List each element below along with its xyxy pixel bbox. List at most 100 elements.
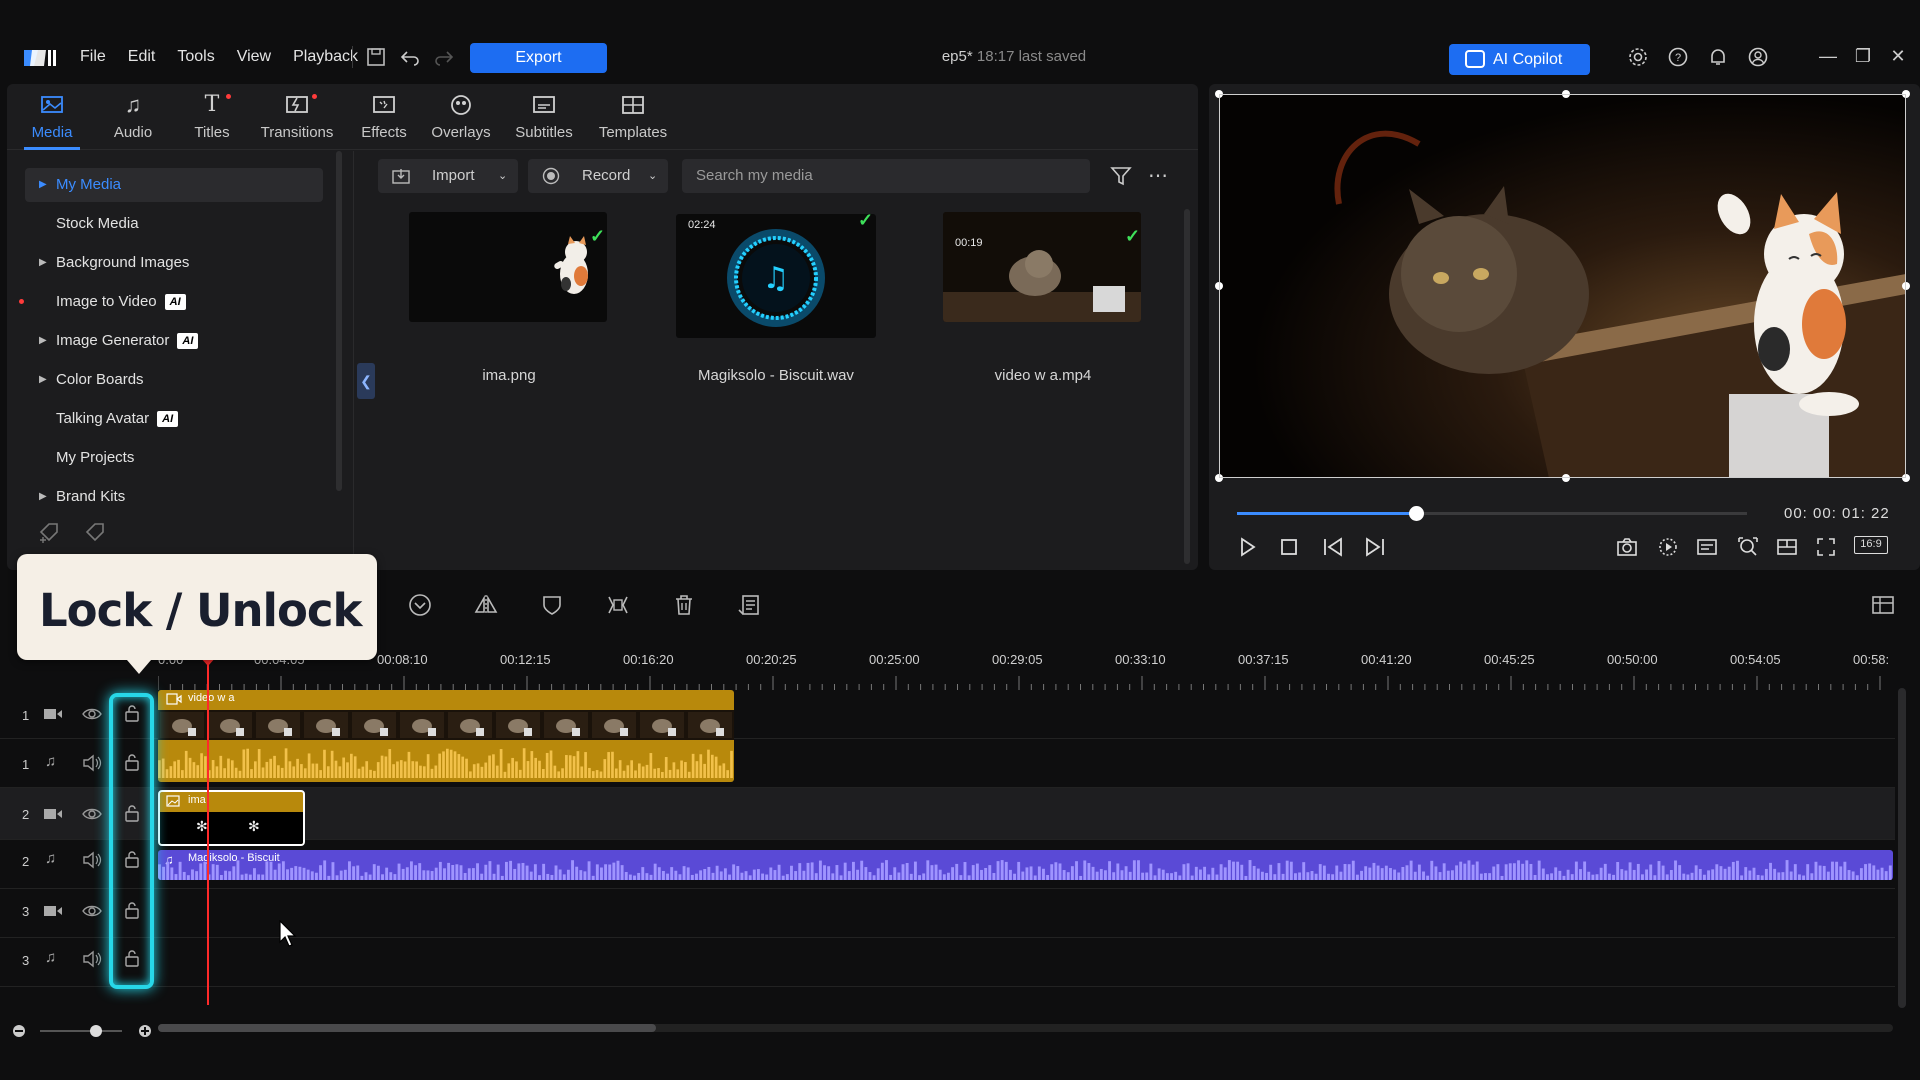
subtitle-preview-icon[interactable] xyxy=(1695,535,1719,559)
resize-handle[interactable] xyxy=(1902,474,1910,482)
tab-audio[interactable]: ♫ Audio xyxy=(103,92,163,150)
speaker-volume-icon[interactable] xyxy=(82,851,102,869)
sidebar-item-color-boards[interactable]: ▶ Color Boards xyxy=(25,363,323,397)
import-dropdown[interactable]: Import ⌄ xyxy=(378,159,518,193)
filter-icon[interactable] xyxy=(1110,165,1132,187)
playback-progress-fill xyxy=(1237,512,1416,515)
zoom-out-icon[interactable] xyxy=(12,1024,26,1038)
more-options-icon[interactable]: ⋯ xyxy=(1148,163,1168,188)
scrollbar-thumb[interactable] xyxy=(158,1024,656,1032)
fullscreen-icon[interactable] xyxy=(1814,535,1838,559)
previous-frame-icon[interactable] xyxy=(1321,535,1345,559)
minimize-icon[interactable]: — xyxy=(1817,46,1839,67)
sidebar-item-image-to-video[interactable]: Image to Video AI xyxy=(19,285,323,319)
media-scrollbar[interactable] xyxy=(1184,209,1190,564)
video-camera-icon xyxy=(44,906,62,916)
media-thumb-ima-png[interactable] xyxy=(409,212,607,322)
eye-visibility-icon[interactable] xyxy=(82,806,102,822)
tab-subtitles[interactable]: Subtitles xyxy=(508,92,580,150)
resize-handle[interactable] xyxy=(1215,474,1223,482)
track-number: 2 xyxy=(22,807,30,822)
resize-handle[interactable] xyxy=(1902,90,1910,98)
sidebar-scrollbar[interactable] xyxy=(336,151,342,491)
speaker-volume-icon[interactable] xyxy=(82,754,102,772)
zoom-in-icon[interactable] xyxy=(138,1024,152,1038)
layout-icon[interactable] xyxy=(1775,535,1799,559)
tab-effects[interactable]: Effects xyxy=(356,92,412,150)
resize-handle[interactable] xyxy=(1562,474,1570,482)
video-clip[interactable]: video w a xyxy=(158,690,734,782)
sidebar-item-my-media[interactable]: ▶ My Media xyxy=(25,168,323,202)
video-camera-icon xyxy=(44,709,62,719)
record-dropdown[interactable]: Record ⌄ xyxy=(528,159,668,193)
render-preview-icon[interactable] xyxy=(1656,535,1680,559)
add-tag-icon[interactable] xyxy=(37,520,63,544)
snapshot-camera-icon[interactable] xyxy=(1615,535,1639,559)
mouse-cursor-icon xyxy=(279,920,297,947)
preview-canvas[interactable] xyxy=(1219,94,1906,478)
playback-scrubber[interactable] xyxy=(1408,506,1424,521)
tab-titles[interactable]: T Titles xyxy=(184,92,240,150)
sidebar-item-brand-kits[interactable]: ▶ Brand Kits xyxy=(25,480,323,514)
ruler-label: 00:16:20 xyxy=(623,652,674,667)
edit-tag-icon[interactable] xyxy=(83,520,109,544)
music-note-icon: ♫ xyxy=(124,92,142,117)
sidebar-item-background-images[interactable]: ▶ Background Images xyxy=(25,246,323,280)
media-thumb-video-mp4[interactable] xyxy=(943,212,1141,322)
sidebar-item-image-generator[interactable]: ▶ Image Generator AI xyxy=(25,324,323,358)
mirror-flip-icon[interactable] xyxy=(473,592,499,618)
tab-subtitles-label: Subtitles xyxy=(515,124,573,141)
collapse-sidebar-button[interactable]: ❮ xyxy=(357,363,375,399)
image-clip[interactable]: ima ✻ ✻ xyxy=(158,790,305,846)
resize-handle[interactable] xyxy=(1215,282,1223,290)
account-icon[interactable] xyxy=(1747,46,1769,68)
sidebar-item-talking-avatar[interactable]: Talking Avatar AI xyxy=(25,402,323,436)
help-icon[interactable]: ? xyxy=(1667,46,1689,68)
stop-icon[interactable] xyxy=(1277,535,1301,559)
media-thumb-biscuit-wav[interactable]: ♫ xyxy=(676,214,876,338)
ruler-label: 00:08:10 xyxy=(377,652,428,667)
zoom-slider[interactable] xyxy=(40,1030,122,1032)
mask-shield-icon[interactable] xyxy=(539,592,565,618)
keyframe-dropdown-icon[interactable] xyxy=(407,592,433,618)
resize-handle[interactable] xyxy=(1902,282,1910,290)
tab-overlays[interactable]: Overlays xyxy=(427,92,495,150)
search-media-input[interactable]: Search my media xyxy=(682,159,1090,193)
save-status: 18:17 last saved xyxy=(976,48,1087,65)
timeline-settings-icon[interactable] xyxy=(1870,592,1896,618)
svg-text:?: ? xyxy=(1675,52,1681,64)
playback-progress-bar[interactable] xyxy=(1237,506,1747,521)
eye-visibility-icon[interactable] xyxy=(82,903,102,919)
tab-media[interactable]: Media xyxy=(24,92,80,150)
new-indicator-dot xyxy=(226,94,231,99)
timeline-horizontal-scrollbar[interactable] xyxy=(158,1024,1893,1032)
tab-templates[interactable]: Templates xyxy=(595,92,671,150)
resize-handle[interactable] xyxy=(1562,90,1570,98)
zoom-slider-knob[interactable] xyxy=(90,1025,102,1037)
delete-trash-icon[interactable] xyxy=(671,592,697,618)
eye-visibility-icon[interactable] xyxy=(82,706,102,722)
speaker-volume-icon[interactable] xyxy=(82,950,102,968)
resize-handle[interactable] xyxy=(1215,90,1223,98)
zoom-fit-icon[interactable] xyxy=(1736,535,1760,559)
sidebar-item-my-projects[interactable]: My Projects xyxy=(25,441,323,475)
timeline-vertical-scrollbar[interactable] xyxy=(1898,688,1906,1008)
ruler-label: 00:33:10 xyxy=(1115,652,1166,667)
chapter-markers-icon[interactable] xyxy=(737,592,763,618)
ai-copilot-button[interactable]: AI Copilot xyxy=(1449,44,1590,75)
sidebar-item-stock-media[interactable]: Stock Media xyxy=(25,207,323,241)
settings-gear-icon[interactable] xyxy=(1627,46,1649,68)
next-frame-icon[interactable] xyxy=(1363,535,1387,559)
audio-clip[interactable]: ♫ Magiksolo - Biscuit xyxy=(158,850,1893,880)
play-icon[interactable] xyxy=(1235,535,1259,559)
ai-badge: AI xyxy=(164,294,186,311)
subtitles-icon xyxy=(533,96,555,113)
notification-bell-icon[interactable] xyxy=(1707,46,1729,68)
close-icon[interactable]: ✕ xyxy=(1887,46,1909,67)
stabilize-icon[interactable] xyxy=(605,592,631,618)
restore-icon[interactable]: ❐ xyxy=(1852,46,1874,67)
track-number: 1 xyxy=(22,708,30,723)
tab-transitions[interactable]: Transitions xyxy=(257,92,337,150)
aspect-ratio-button[interactable]: 16:9 xyxy=(1854,536,1888,554)
preview-panel xyxy=(1209,84,1920,570)
